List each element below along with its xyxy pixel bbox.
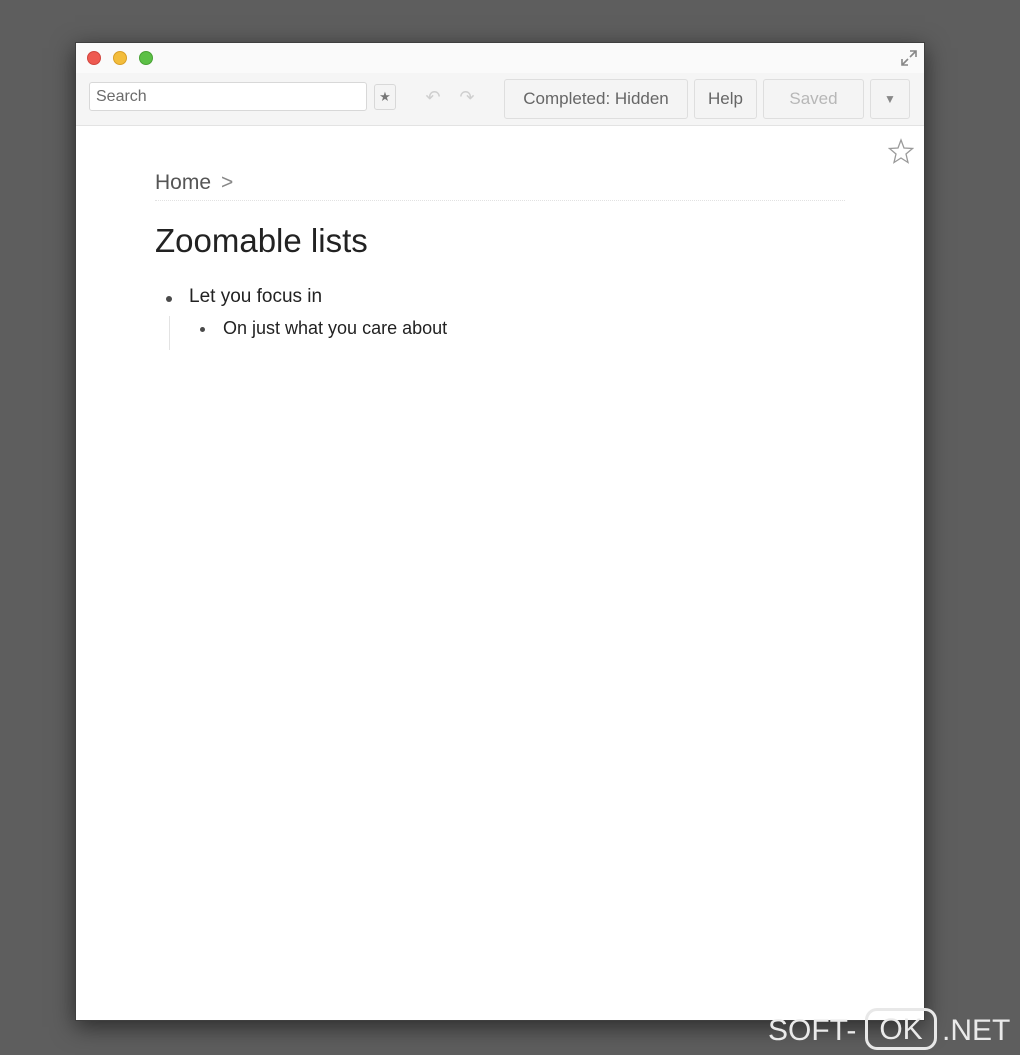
redo-icon[interactable]: ↷ — [455, 85, 479, 109]
chevron-down-icon: ▼ — [884, 92, 896, 106]
help-button[interactable]: Help — [694, 79, 757, 119]
fullscreen-icon[interactable] — [900, 49, 918, 67]
app-window: ★ ↶ ↷ Completed: Hidden Help Saved ▼ Hom… — [75, 42, 925, 1021]
close-icon[interactable] — [87, 51, 101, 65]
bullet-icon[interactable] — [166, 296, 172, 302]
watermark: SOFT- OK .NET — [768, 1008, 1018, 1054]
breadcrumb-home-link[interactable]: Home — [155, 171, 211, 194]
minimize-icon[interactable] — [113, 51, 127, 65]
page-title[interactable]: Zoomable lists — [155, 222, 368, 260]
bullet-icon[interactable] — [200, 327, 205, 332]
watermark-text: .NET — [942, 1014, 1011, 1047]
list-item[interactable]: On just what you care about — [156, 316, 855, 346]
list-item-text[interactable]: Let you focus in — [189, 286, 322, 308]
toolbar: ★ ↶ ↷ Completed: Hidden Help Saved ▼ — [76, 73, 924, 126]
saved-status-button[interactable]: Saved — [763, 79, 864, 119]
star-icon[interactable] — [887, 138, 915, 164]
completed-toggle-button[interactable]: Completed: Hidden — [504, 79, 688, 119]
star-filter-button[interactable]: ★ — [374, 84, 396, 110]
outline-list: Let you focus in On just what you care a… — [155, 286, 855, 350]
star-icon: ★ — [379, 89, 391, 104]
title-bar — [76, 43, 924, 73]
maximize-icon[interactable] — [139, 51, 153, 65]
watermark-box: OK — [865, 1008, 937, 1050]
child-list: On just what you care about — [169, 316, 855, 350]
desktop-background: ★ ↶ ↷ Completed: Hidden Help Saved ▼ Hom… — [0, 0, 1020, 1055]
search-input[interactable] — [89, 82, 367, 111]
menu-dropdown-button[interactable]: ▼ — [870, 79, 910, 119]
list-item-text[interactable]: On just what you care about — [223, 318, 447, 339]
breadcrumb-separator: > — [221, 171, 234, 194]
undo-icon[interactable]: ↶ — [421, 85, 445, 109]
breadcrumb: Home > — [155, 171, 845, 201]
watermark-text: SOFT- — [768, 1014, 857, 1047]
list-item[interactable]: Let you focus in — [155, 286, 855, 316]
main-content: Home > Zoomable lists Let you focus in On… — [76, 126, 924, 1020]
